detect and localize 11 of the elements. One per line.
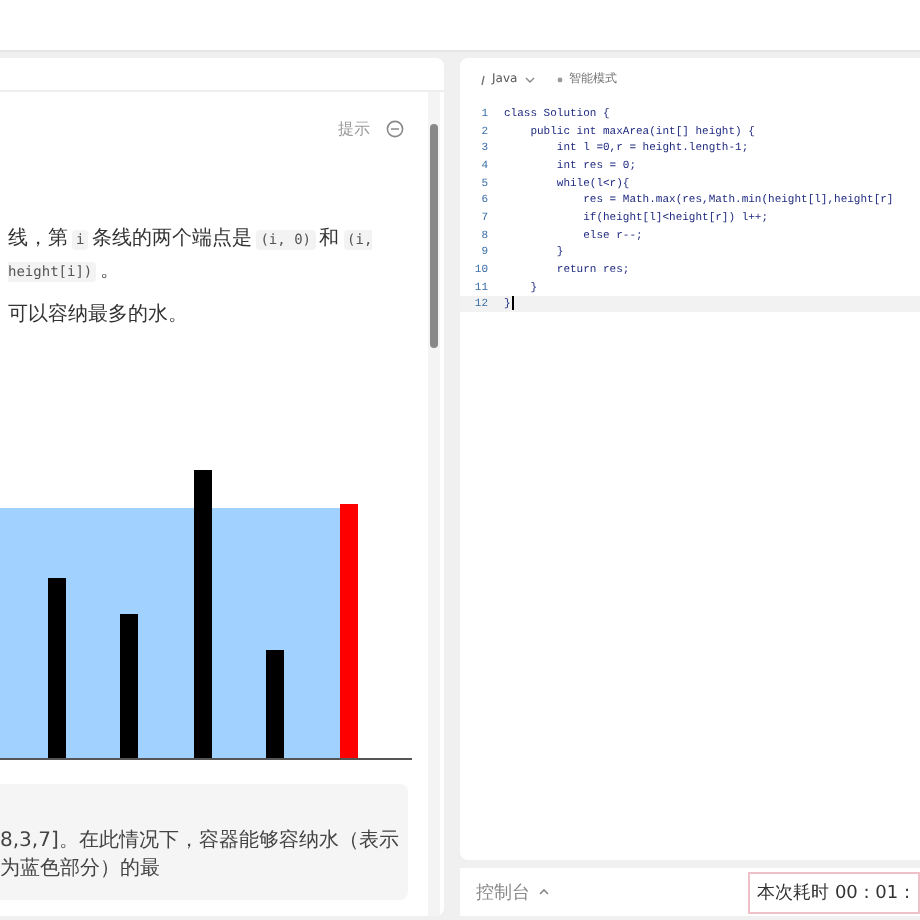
scrollbar[interactable] [428, 92, 440, 916]
hint-button[interactable]: 提示 [338, 117, 370, 139]
caret-up-icon [538, 888, 550, 896]
text-cursor [512, 296, 515, 311]
chevron-down-icon [523, 75, 536, 83]
elapsed-time: 本次耗时 00 : 01 : [747, 871, 920, 913]
feedback-icon[interactable] [386, 119, 404, 137]
console-toggle[interactable]: 控制台 [476, 879, 550, 905]
description-text: 可以容纳最多的水。 [6, 301, 190, 330]
info-icon [480, 73, 486, 85]
example-text: 8,3,7]。在此情况下，容器能够容纳水（表示为蓝色部分）的最 [0, 784, 408, 900]
